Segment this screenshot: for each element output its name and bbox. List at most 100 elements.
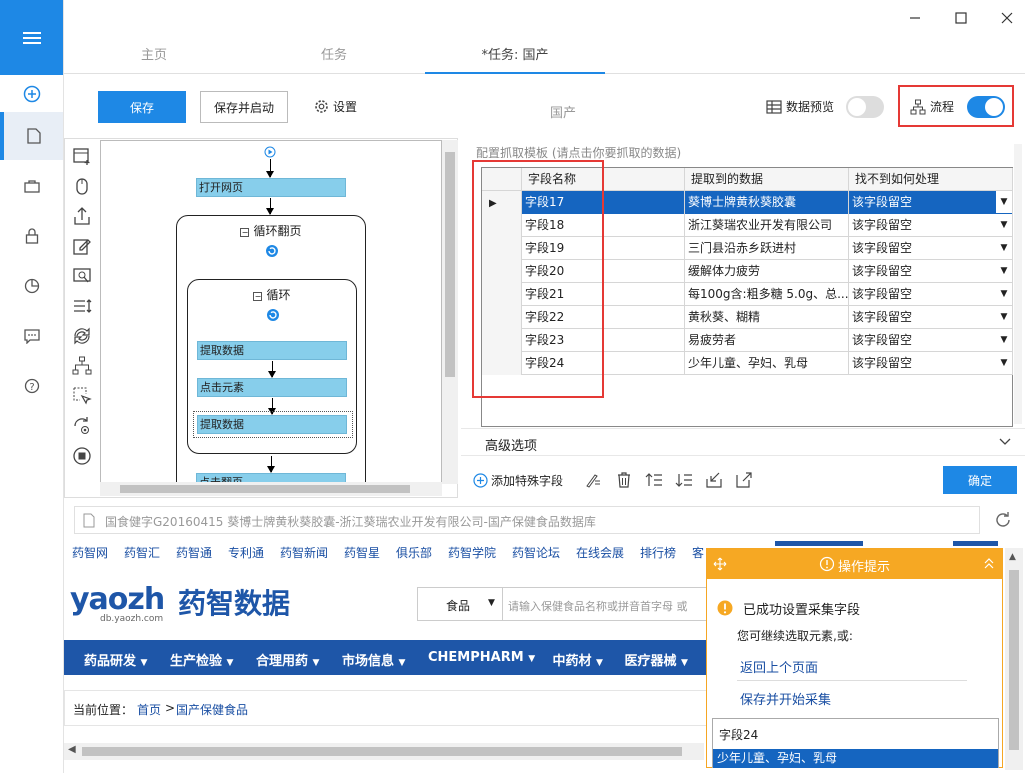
maximize-icon[interactable] xyxy=(951,8,971,28)
save-start-button[interactable]: 保存并启动 xyxy=(200,91,288,123)
main-nav-item[interactable]: 合理用药 ▼ xyxy=(256,650,319,669)
move-icon[interactable] xyxy=(713,557,727,571)
flow-vertical-scrollbar[interactable] xyxy=(442,140,458,484)
dropdown-arrow-icon[interactable]: ▼ xyxy=(996,329,1012,351)
save-button[interactable]: 保存 xyxy=(98,91,186,123)
site-nav-link[interactable]: 俱乐部 xyxy=(396,544,432,561)
stop-icon[interactable] xyxy=(70,444,94,468)
scroll-thumb[interactable] xyxy=(1009,570,1019,750)
search-category[interactable]: 食品 xyxy=(446,597,470,614)
dropdown-arrow-icon[interactable]: ▼ xyxy=(996,260,1012,282)
refresh-eye-icon[interactable] xyxy=(70,414,94,438)
dropdown-arrow-icon[interactable]: ▼ xyxy=(996,191,1012,213)
field-data-cell[interactable]: 三门县沿赤乡跃进村 xyxy=(685,237,849,260)
field-action-cell[interactable]: 该字段留空 ▼ xyxy=(849,237,1013,260)
settings-button[interactable]: 设置 xyxy=(314,98,357,115)
main-nav-item[interactable]: CHEMPHARM ▼ xyxy=(428,650,535,665)
sidebar-messages[interactable] xyxy=(0,312,63,360)
field-data-cell[interactable]: 易疲劳者 xyxy=(685,329,849,352)
scroll-thumb[interactable] xyxy=(120,485,410,493)
sidebar-new-task[interactable] xyxy=(0,70,63,118)
browser-horizontal-scrollbar[interactable]: ◀ xyxy=(64,743,704,760)
flow-canvas[interactable]: 打开网页 − 循环翻页 − 循环 提取数据 点击元素 提取数据 点击翻页 xyxy=(100,140,442,484)
tab-tasks[interactable]: 任务 xyxy=(274,44,394,74)
tip-header[interactable]: 操作提示 xyxy=(707,549,1002,579)
search-input[interactable]: 请输入保健食品名称或拼音首字母 或 xyxy=(508,598,688,614)
flow-horizontal-scrollbar[interactable] xyxy=(100,482,442,496)
sidebar-toolbox[interactable] xyxy=(0,162,63,210)
advanced-options[interactable]: 高级选项 xyxy=(461,428,1025,456)
address-bar[interactable]: 国食健字G20160415 葵博士牌黄秋葵胶囊-浙江葵瑞农业开发有限公司-国产保… xyxy=(74,506,980,534)
move-up-icon[interactable] xyxy=(645,471,663,489)
minimize-icon[interactable] xyxy=(905,8,925,28)
site-nav-link[interactable]: 药智论坛 xyxy=(512,544,560,561)
flow-toggle[interactable] xyxy=(967,96,1005,118)
site-nav-link[interactable]: 药智新闻 xyxy=(280,544,328,561)
save-start-link[interactable]: 保存并开始采集 xyxy=(740,689,831,708)
site-nav-link[interactable]: 药智星 xyxy=(344,544,380,561)
field-action-cell[interactable]: 该字段留空 ▼ xyxy=(849,191,1013,214)
start-icon[interactable] xyxy=(264,146,276,158)
col-header-data[interactable]: 提取到的数据 xyxy=(685,168,849,191)
crumb-current[interactable]: 国产保健食品 xyxy=(176,701,248,718)
loop-container[interactable]: − 循环 提取数据 点击元素 提取数据 xyxy=(187,279,357,454)
scroll-up-icon[interactable]: ▲ xyxy=(1009,552,1016,562)
sidebar-help[interactable]: ? xyxy=(0,362,63,410)
site-nav-link[interactable]: 药智网 xyxy=(72,544,108,561)
main-nav-item[interactable]: 药品研发 ▼ xyxy=(84,650,147,669)
menu-button[interactable] xyxy=(0,0,63,75)
close-icon[interactable] xyxy=(997,8,1017,28)
field-data-cell[interactable]: 缓解体力疲劳 xyxy=(685,260,849,283)
scroll-left-icon[interactable]: ◀ xyxy=(68,744,76,755)
refresh-icon[interactable] xyxy=(994,511,1012,529)
field-action-cell[interactable]: 该字段留空 ▼ xyxy=(849,260,1013,283)
field-action-cell[interactable]: 该字段留空 ▼ xyxy=(849,329,1013,352)
import-icon[interactable] xyxy=(705,471,723,489)
collapse-icon[interactable] xyxy=(983,556,995,570)
main-nav-item[interactable]: 生产检验 ▼ xyxy=(170,650,233,669)
add-special-field-button[interactable]: 添加特殊字段 xyxy=(473,472,563,489)
edit-field-icon[interactable] xyxy=(583,471,601,489)
list-sort-icon[interactable] xyxy=(70,294,94,318)
dropdown-arrow-icon[interactable]: ▼ xyxy=(996,306,1012,328)
main-nav-item[interactable]: 市场信息 ▼ xyxy=(342,650,405,669)
field-action-cell[interactable]: 该字段留空 ▼ xyxy=(849,214,1013,237)
tab-current-task[interactable]: *任务: 国产 xyxy=(425,44,605,74)
node-extract-data-selected[interactable]: 提取数据 xyxy=(197,415,347,434)
dropdown-arrow-icon[interactable]: ▼ xyxy=(996,352,1012,374)
crumb-home[interactable]: 首页 xyxy=(137,701,161,718)
confirm-button[interactable]: 确定 xyxy=(943,466,1017,494)
site-search[interactable]: 食品 ▼ 请输入保健食品名称或拼音首字母 或 xyxy=(417,587,717,621)
node-extract-data[interactable]: 提取数据 xyxy=(197,341,347,360)
site-logo[interactable]: yaozh 药智数据 db.yaozh.com xyxy=(70,580,340,630)
site-nav-link[interactable]: 药智通 xyxy=(176,544,212,561)
sidebar-lock[interactable] xyxy=(0,212,63,260)
site-nav-link[interactable]: 排行榜 xyxy=(640,544,676,561)
field-action-cell[interactable]: 该字段留空 ▼ xyxy=(849,283,1013,306)
new-page-icon[interactable] xyxy=(70,144,94,168)
sidebar-tasks[interactable] xyxy=(0,112,63,160)
field-data-cell[interactable]: 浙江葵瑞农业开发有限公司 xyxy=(685,214,849,237)
site-nav-link[interactable]: 药智汇 xyxy=(124,544,160,561)
site-nav-link[interactable]: 药智学院 xyxy=(448,544,496,561)
field-action-cell[interactable]: 该字段留空 ▼ xyxy=(849,352,1013,375)
loop-page-container[interactable]: − 循环翻页 − 循环 提取数据 点击元素 提取数据 点击翻页 xyxy=(176,215,366,483)
site-nav-link[interactable]: 客 xyxy=(692,544,704,561)
field-data-cell[interactable]: 葵博士牌黄秋葵胶囊 xyxy=(685,191,849,214)
move-down-icon[interactable] xyxy=(675,471,693,489)
browser-vertical-scrollbar[interactable]: ▲ xyxy=(1005,548,1023,770)
field-data-cell[interactable]: 少年儿童、孕妇、乳母 xyxy=(685,352,849,375)
main-nav-item[interactable]: 中药材 ▼ xyxy=(553,650,603,669)
col-header-action[interactable]: 找不到如何处理 xyxy=(849,168,1013,191)
data-preview-toggle[interactable] xyxy=(846,96,884,118)
back-link[interactable]: 返回上个页面 xyxy=(740,657,818,676)
field-action-cell[interactable]: 该字段留空 ▼ xyxy=(849,306,1013,329)
dropdown-arrow-icon[interactable]: ▼ xyxy=(996,283,1012,305)
site-nav-link[interactable]: 专利通 xyxy=(228,544,264,561)
mouse-click-icon[interactable] xyxy=(70,174,94,198)
export-icon[interactable] xyxy=(735,471,753,489)
loop-icon[interactable] xyxy=(70,324,94,348)
dropdown-arrow-icon[interactable]: ▼ xyxy=(996,237,1012,259)
node-open-page[interactable]: 打开网页 xyxy=(196,178,346,197)
tab-home[interactable]: 主页 xyxy=(94,44,214,74)
